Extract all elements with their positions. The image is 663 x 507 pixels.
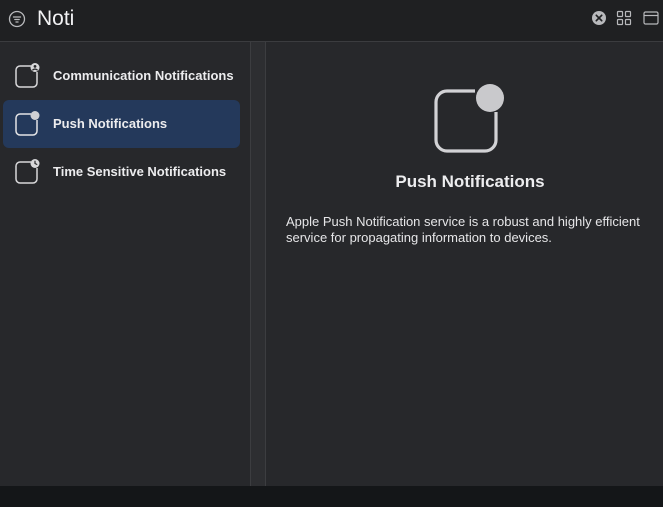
sidebar-item-label: Time Sensitive Notifications: [53, 164, 227, 179]
communication-notification-icon: [15, 63, 40, 88]
sidebar-item-time-sensitive-notifications[interactable]: Time Sensitive Notifications: [3, 148, 240, 196]
sidebar-toggle-icon[interactable]: [643, 10, 659, 26]
search-field[interactable]: Noti: [37, 6, 74, 32]
sidebar: Communication Notifications Push Notific…: [0, 42, 250, 486]
split-view-divider[interactable]: [250, 42, 266, 486]
filter-icon[interactable]: [8, 10, 26, 28]
detail-description: Apple Push Notification service is a rob…: [286, 214, 640, 245]
app-window: Noti Communication Notifications Push No…: [0, 0, 663, 486]
sidebar-item-label: Push Notifications: [53, 116, 168, 131]
push-notification-icon: [434, 84, 504, 153]
sidebar-item-push-notifications[interactable]: Push Notifications: [3, 100, 240, 148]
detail-pane: Push Notifications Apple Push Notificati…: [266, 42, 663, 486]
sidebar-item-communication-notifications[interactable]: Communication Notifications: [3, 52, 240, 100]
push-notification-icon: [15, 111, 40, 136]
titlebar: Noti: [0, 0, 663, 42]
bottom-bar: [0, 486, 663, 507]
clear-search-icon[interactable]: [591, 10, 607, 26]
sidebar-item-label: Communication Notifications: [53, 68, 234, 83]
detail-title: Push Notifications: [395, 172, 545, 191]
time-sensitive-notification-icon: [15, 159, 40, 184]
grid-view-icon[interactable]: [616, 10, 632, 26]
